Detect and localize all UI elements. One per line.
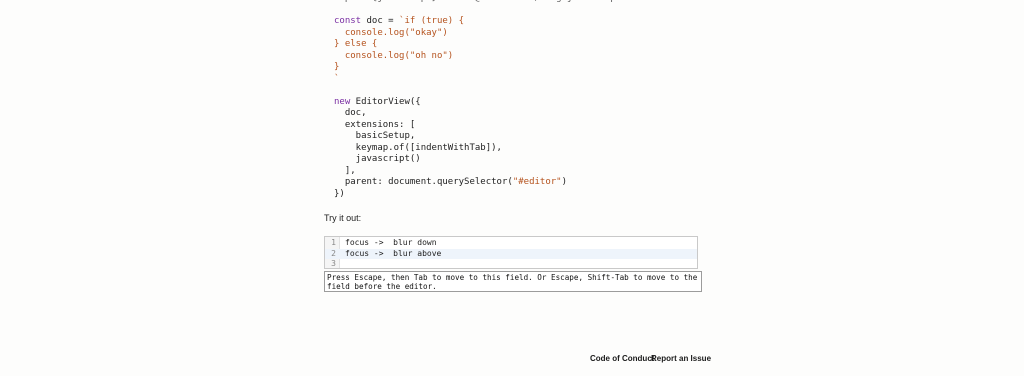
code-token: ) [561,177,568,187]
code-line: ], [334,166,627,178]
code-token: extensions: [ [334,119,416,130]
editor-line-text[interactable]: focus -> blur above [345,249,441,260]
code-token: keymap.of([indentWithTab]), [334,142,502,153]
code-token: doc, [334,108,367,118]
code-line: } else { [334,39,627,51]
code-token: "#editor" [512,177,562,187]
code-token: new [334,96,351,107]
line-number: 2 [331,248,336,258]
editor-line-3[interactable]: 3 [325,259,697,270]
code-token: console.log("okay") [334,27,448,38]
code-token: `if (true) { [399,16,465,26]
code-line: doc, [334,108,627,120]
code-line: basicSetup, [334,131,627,143]
line-number: 3 [331,259,336,268]
code-line: new EditorView({ [334,97,627,109]
code-line: }) [334,189,627,201]
code-token: basicSetup, [334,131,416,141]
code-token: ], [334,165,356,176]
code-line: } [334,62,627,74]
demo-editor[interactable]: 1 focus -> blur down 2 focus -> blur abo… [324,236,698,269]
code-token: parent: document.querySelector( [334,177,513,187]
code-token: } [334,62,340,72]
code-line: javascript() [334,154,627,166]
code-line: console.log("oh no") [334,51,627,63]
code-line: const doc = `if (true) { [334,16,627,28]
try-it-out-label: Try it out: [324,213,362,223]
code-token: ` [334,73,340,84]
code-token: javascript() [334,154,421,164]
code-token: doc = [361,16,400,26]
code-line: parent: document.querySelector("#editor"… [334,177,627,189]
code-token: }) [334,188,345,199]
code-token: const [334,16,362,26]
code-token: } else { [334,39,378,49]
code-line: ` [334,74,627,86]
code-line: extensions: [ [334,120,627,132]
code-token: EditorView({ [350,96,421,107]
code-line: console.log("okay") [334,28,627,40]
editor-line-text[interactable]: focus -> blur down [345,238,437,249]
code-token: console.log("oh no") [334,50,454,61]
code-of-conduct-link[interactable]: Code of Conduct [590,354,654,363]
editor-line-2[interactable]: 2 focus -> blur above [325,248,697,260]
code-line: import {javascript} from "@codemirror/la… [334,0,627,5]
code-example: import {javascript} from "@codemirror/la… [334,0,627,200]
code-token: import {javascript} from "@codemirror/la… [334,0,627,3]
keyboard-hint-panel: Press Escape, then Tab to move to this f… [324,271,702,292]
line-number: 1 [331,238,336,247]
code-line: keymap.of([indentWithTab]), [334,143,627,155]
editor-line-1[interactable]: 1 focus -> blur down [325,238,697,249]
report-issue-link[interactable]: Report an Issue [651,354,711,363]
